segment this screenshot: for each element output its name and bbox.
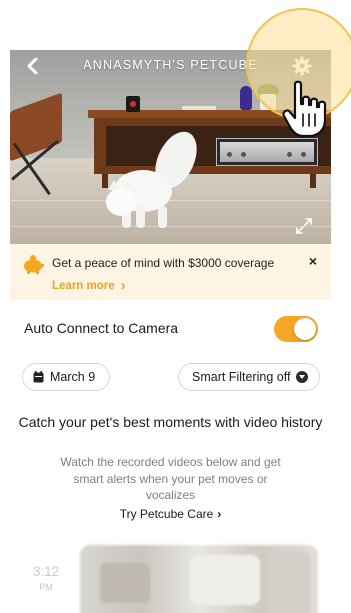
fullscreen-button[interactable]	[294, 216, 314, 236]
auto-connect-row: Auto Connect to Camera	[10, 312, 331, 346]
chevron-right-icon: ›	[217, 507, 222, 521]
date-label: March 9	[50, 370, 96, 384]
cat-ear	[122, 180, 134, 190]
video-thumbnail[interactable]	[80, 545, 318, 613]
cat-leg	[158, 206, 167, 228]
cat-head	[106, 188, 136, 216]
expand-icon	[296, 218, 312, 234]
smart-filter-label: Smart Filtering off	[192, 370, 291, 384]
chevron-right-icon: ›	[120, 277, 126, 294]
promo-title: Catch your pet's best moments with video…	[18, 414, 323, 430]
banner-text: Get a peace of mind with $3000 coverage	[52, 256, 275, 270]
try-petcube-care-label: Try Petcube Care	[119, 507, 214, 521]
calendar-icon	[33, 371, 44, 383]
promo-description: Watch the recorded videos below and get …	[60, 455, 281, 502]
toggle-knob	[294, 318, 316, 340]
auto-connect-label: Auto Connect to Camera	[24, 320, 179, 336]
cat-leg	[136, 206, 145, 228]
book	[182, 106, 216, 110]
close-icon[interactable]: ×	[304, 252, 322, 270]
try-petcube-care-link[interactable]: Try Petcube Care ›	[10, 507, 331, 521]
cat-ear	[108, 180, 120, 190]
chevron-down-icon	[296, 371, 309, 383]
smart-filter-button[interactable]: Smart Filtering off	[178, 363, 320, 391]
learn-more-label: Learn more	[52, 279, 115, 292]
date-picker-button[interactable]: March 9	[22, 363, 110, 391]
console-leg	[310, 174, 316, 188]
coverage-banner: Get a peace of mind with $3000 coverage …	[10, 244, 331, 300]
pointer-hand-icon	[282, 80, 328, 138]
floor-tile-line	[10, 226, 331, 227]
vase	[240, 86, 252, 110]
auto-connect-toggle[interactable]	[274, 316, 318, 342]
petcube-device	[126, 96, 140, 112]
stereo-receiver	[216, 138, 318, 166]
floor-tile-line	[10, 200, 331, 201]
video-time-ampm: PM	[39, 582, 53, 592]
piggy-bank-icon	[22, 254, 44, 274]
video-time-value: 3:12	[32, 564, 60, 579]
learn-more-link[interactable]: Learn more ›	[52, 277, 126, 294]
video-time: 3:12 PM	[24, 564, 68, 592]
